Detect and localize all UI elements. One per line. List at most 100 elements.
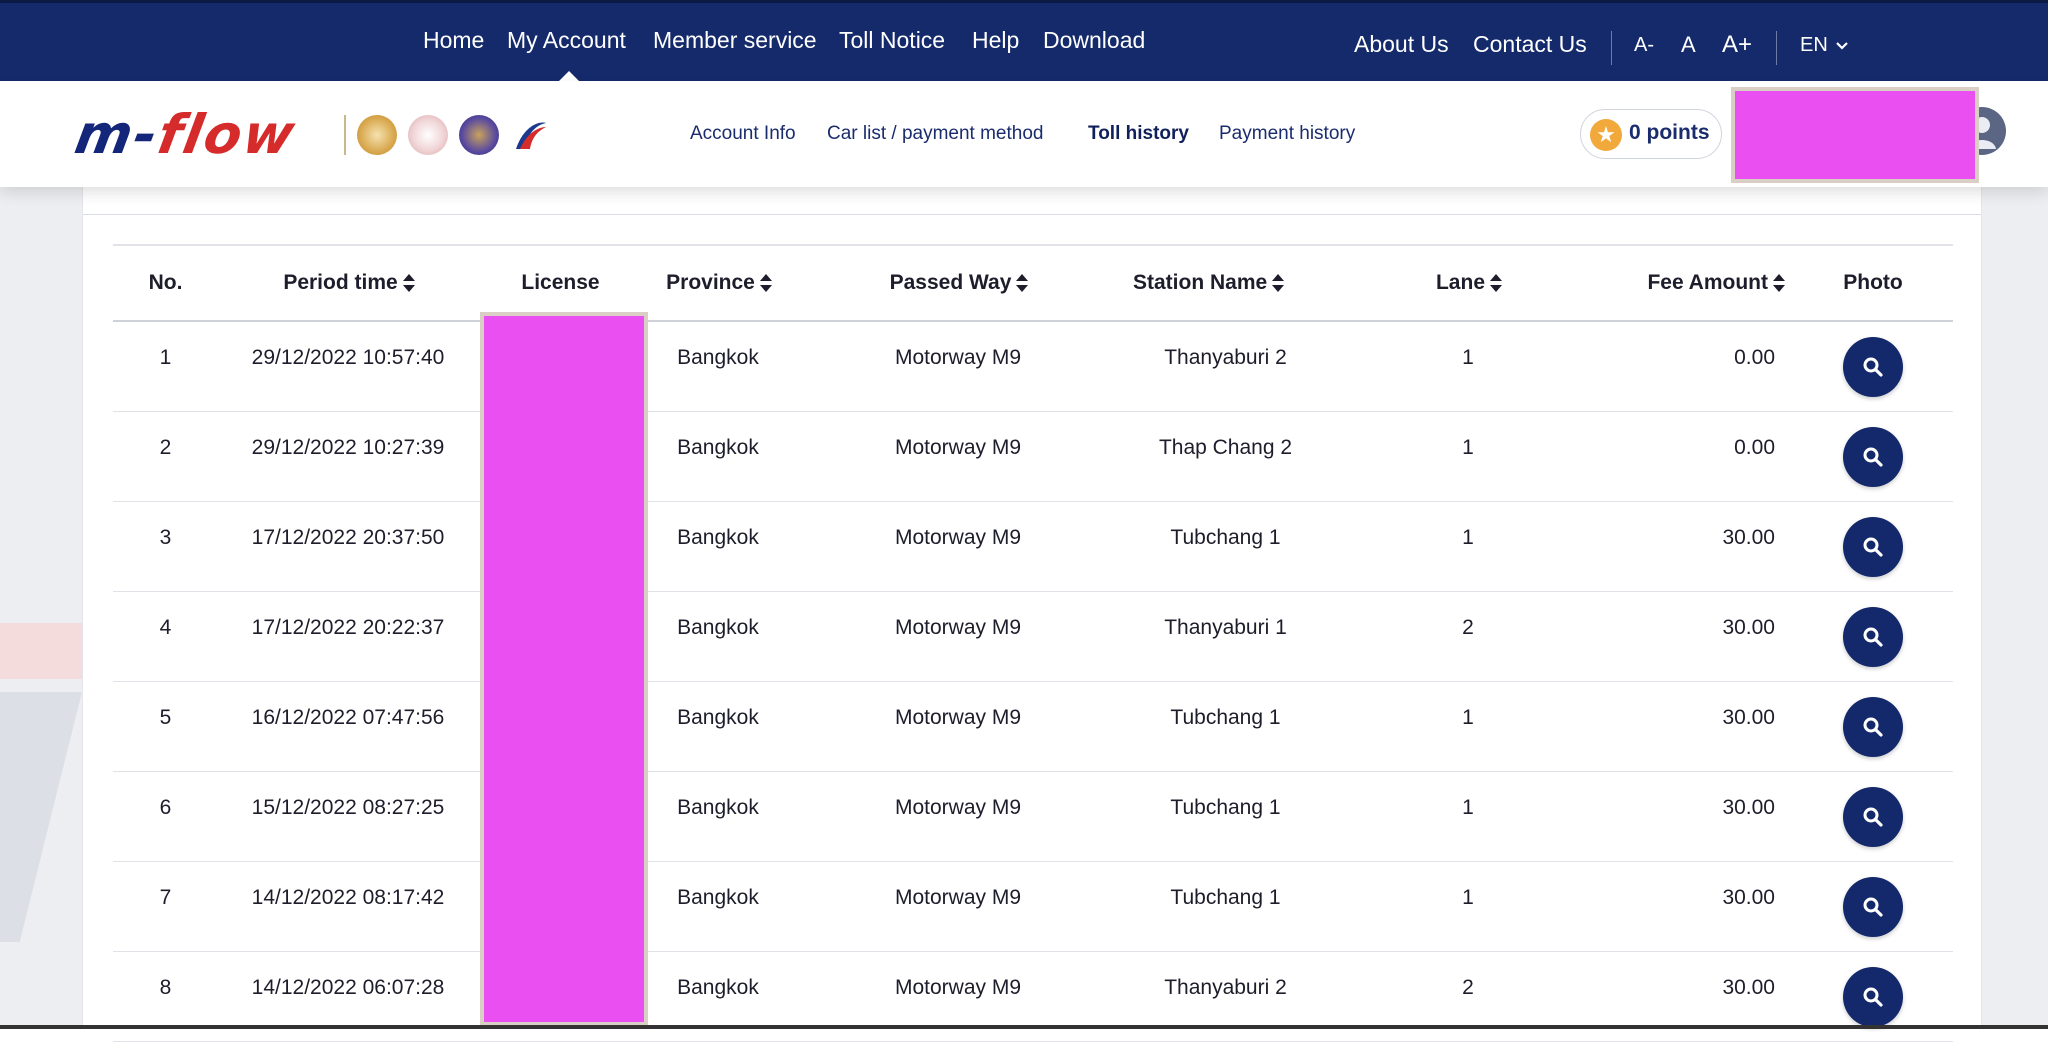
cell-period-time: 17/12/2022 20:37:50 [218, 501, 478, 592]
cell-station-name: Tubchang 1 [1123, 861, 1328, 952]
view-photo-button[interactable] [1843, 966, 1903, 1027]
view-photo-button[interactable] [1843, 606, 1903, 667]
language-selector[interactable]: EN [1800, 34, 1849, 57]
account-sub-header: m-flow Account Info Car list / payment m… [0, 81, 2048, 187]
header-label: Province [666, 271, 755, 294]
logo-text-main: m- [70, 103, 165, 166]
toll-history-table: No. Period time License Province Passed … [113, 244, 1953, 1042]
nav-my-account[interactable]: My Account [507, 27, 626, 54]
cell-no: 4 [113, 591, 218, 682]
cell-station-name: Tubchang 1 [1123, 681, 1328, 772]
nav-toll-notice[interactable]: Toll Notice [839, 27, 945, 54]
sort-icon[interactable] [1490, 274, 1502, 293]
sort-icon[interactable] [1016, 274, 1029, 293]
toll-history-card: No. Period time License Province Passed … [82, 187, 1982, 1042]
cell-station-name: Thanyaburi 2 [1123, 321, 1328, 412]
view-photo-button[interactable] [1843, 786, 1903, 847]
cell-period-time: 29/12/2022 10:27:39 [218, 411, 478, 502]
cell-no: 1 [113, 321, 218, 412]
cell-fee-amount: 0.00 [1608, 321, 1793, 412]
search-icon [1863, 717, 1883, 737]
sort-icon[interactable] [1272, 274, 1285, 293]
seal-emblem-3 [459, 115, 499, 155]
header-label: Period time [283, 271, 398, 294]
header-label: Lane [1435, 271, 1485, 294]
sort-icon[interactable] [1773, 274, 1785, 293]
font-reset-button[interactable]: A [1681, 32, 1696, 58]
cell-fee-amount: 30.00 [1608, 861, 1793, 952]
cell-photo [1793, 501, 1953, 592]
table-row: 1 29/12/2022 10:57:40 Bangkok Motorway M9 Th… [113, 321, 1953, 412]
window-bottom-edge [0, 1025, 2048, 1029]
sort-icon[interactable] [402, 274, 415, 293]
card-divider [83, 214, 1981, 215]
table-header-row: No. Period time License Province Passed … [113, 244, 1953, 322]
subnav-account-info[interactable]: Account Info [690, 123, 796, 145]
cell-photo [1793, 861, 1953, 952]
cell-photo [1793, 591, 1953, 682]
subnav-toll-history[interactable]: Toll history [1088, 123, 1189, 145]
nav-home[interactable]: Home [423, 27, 484, 54]
cell-station-name: Thap Chang 2 [1123, 411, 1328, 502]
subnav-car-list[interactable]: Car list / payment method [827, 123, 1043, 145]
cell-no: 2 [113, 411, 218, 502]
cell-lane: 2 [1328, 591, 1608, 682]
cell-fee-amount: 0.00 [1608, 411, 1793, 502]
cell-province: Bangkok [643, 681, 793, 772]
nav-contact-us[interactable]: Contact Us [1473, 31, 1587, 58]
column-header-station-name[interactable]: Station Name [1123, 244, 1328, 322]
points-label: 0 points [1629, 121, 1710, 144]
background-decoration [0, 623, 82, 679]
cell-lane: 1 [1328, 861, 1608, 952]
table-row: 4 17/12/2022 20:22:37 Bangkok Motorway M9 Th… [113, 591, 1953, 682]
column-header-fee-amount[interactable]: Fee Amount [1608, 244, 1793, 322]
column-header-period-time[interactable]: Period time [218, 244, 478, 322]
logo-divider [344, 115, 346, 155]
view-photo-button[interactable] [1843, 876, 1903, 937]
view-photo-button[interactable] [1843, 426, 1903, 487]
view-photo-button[interactable] [1843, 696, 1903, 757]
cell-province: Bangkok [643, 321, 793, 412]
nav-about-us[interactable]: About Us [1354, 31, 1449, 58]
cell-photo [1793, 321, 1953, 412]
table-row: 2 29/12/2022 10:27:39 Bangkok Motorway M9 Th… [113, 411, 1953, 502]
star-icon: ★ [1590, 119, 1622, 151]
search-icon [1863, 357, 1883, 377]
nav-download[interactable]: Download [1043, 27, 1145, 54]
column-header-lane[interactable]: Lane [1328, 244, 1608, 322]
points-badge[interactable]: ★ 0 points [1580, 109, 1722, 159]
cell-province: Bangkok [643, 771, 793, 862]
view-photo-button[interactable] [1843, 337, 1903, 397]
column-header-passed-way[interactable]: Passed Way [793, 244, 1123, 322]
page-background-left [0, 187, 82, 1029]
cell-province: Bangkok [643, 861, 793, 952]
cell-no: 6 [113, 771, 218, 862]
table-row: 6 15/12/2022 08:27:25 Bangkok Motorway M9 Tu… [113, 771, 1953, 862]
font-increase-button[interactable]: A+ [1722, 31, 1752, 59]
search-icon [1863, 897, 1883, 917]
cell-passed-way: Motorway M9 [793, 501, 1123, 592]
background-decoration [0, 692, 82, 942]
search-icon [1863, 807, 1883, 827]
page-background-right [1980, 187, 2048, 1029]
nav-member-service[interactable]: Member service [653, 27, 817, 54]
main-nav: Home My Account Member service Toll Noti… [0, 3, 2048, 84]
font-decrease-button[interactable]: A- [1634, 34, 1654, 57]
cell-period-time: 17/12/2022 20:22:37 [218, 591, 478, 682]
header-label: Station Name [1133, 271, 1268, 294]
view-photo-button[interactable] [1843, 516, 1903, 577]
seal-emblem-2 [408, 115, 448, 155]
cell-passed-way: Motorway M9 [793, 321, 1123, 412]
mflow-logo[interactable]: m-flow [70, 103, 301, 166]
cell-photo [1793, 411, 1953, 502]
cell-no: 7 [113, 861, 218, 952]
sort-icon[interactable] [759, 274, 772, 293]
column-header-license: License [478, 244, 643, 322]
table-row: 7 14/12/2022 08:17:42 Bangkok Motorway M9 Tu… [113, 861, 1953, 952]
nav-divider [1611, 31, 1612, 65]
redacted-license-column [480, 312, 648, 1026]
cell-lane: 1 [1328, 501, 1608, 592]
column-header-province[interactable]: Province [643, 244, 793, 322]
subnav-payment-history[interactable]: Payment history [1219, 123, 1355, 145]
nav-help[interactable]: Help [972, 27, 1019, 54]
